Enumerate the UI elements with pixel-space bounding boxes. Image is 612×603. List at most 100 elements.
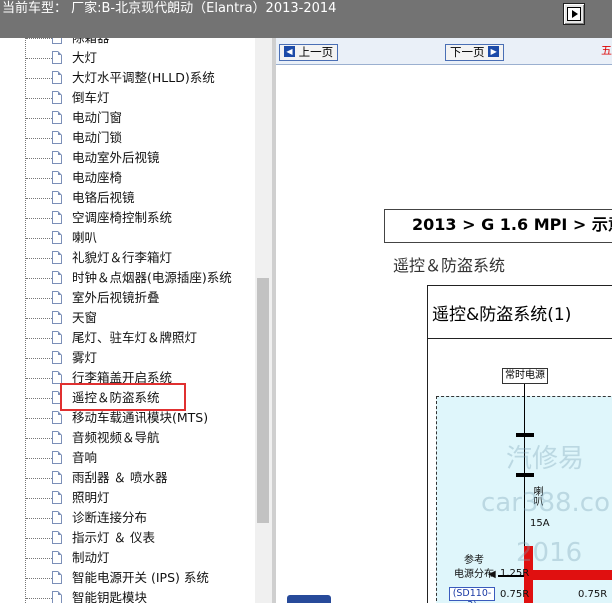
tree-branch-line xyxy=(26,478,52,479)
tree-branch-line xyxy=(26,318,52,319)
document-icon xyxy=(52,351,62,364)
document-icon xyxy=(52,111,62,124)
tree-item[interactable]: 尾灯、驻车灯＆牌照灯 xyxy=(25,328,260,348)
tree-item[interactable]: 电动门锁 xyxy=(25,128,260,148)
ref-label-1: 参考 xyxy=(464,555,484,566)
tree-branch-line xyxy=(26,438,52,439)
document-subtitle: 遥控＆防盗系统 xyxy=(393,256,506,275)
tree-branch-line xyxy=(26,418,52,419)
document-icon xyxy=(52,151,62,164)
tree-item[interactable]: 雨刮器 ＆ 喷水器 xyxy=(25,468,260,488)
tree-item[interactable]: 智能电源开关 (IPS) 系统 xyxy=(25,568,260,588)
tree-branch-line xyxy=(26,138,52,139)
tree-branch-line xyxy=(26,338,52,339)
tree-item[interactable]: 大灯 xyxy=(25,48,260,68)
tree-branch-line xyxy=(26,198,52,199)
document-icon xyxy=(52,311,62,324)
tree-item[interactable]: 时钟＆点烟器(电源插座)系统 xyxy=(25,268,260,288)
power-wire xyxy=(524,384,525,434)
tree-item-label: 电动门窗 xyxy=(72,110,123,125)
prev-page-button[interactable]: ◀ 上一页 xyxy=(279,44,339,61)
document-icon xyxy=(52,191,62,204)
tree-item[interactable]: 音频视频＆导航 xyxy=(25,428,260,448)
document-icon xyxy=(52,291,62,304)
tree-item-label: 除霜器 xyxy=(72,38,110,46)
tree-item-label: 电铬后视镜 xyxy=(72,190,135,205)
scrollbar-thumb[interactable] xyxy=(257,278,269,523)
tree-item-label: 天窗 xyxy=(72,310,98,325)
tree-item-label: 电动座椅 xyxy=(72,170,123,185)
tree-item[interactable]: 诊断连接分布 xyxy=(25,508,260,528)
tree-item[interactable]: 大灯水平调整(HLLD)系统 xyxy=(25,68,260,88)
document-icon xyxy=(52,551,62,564)
tree-item[interactable]: 倒车灯 xyxy=(25,88,260,108)
toggle-panel-button[interactable] xyxy=(563,3,585,25)
tree-item[interactable]: 电动门窗 xyxy=(25,108,260,128)
tree-branch-line xyxy=(26,578,52,579)
diagram-title-divider xyxy=(427,338,612,339)
tree-item[interactable]: 室外后视镜折叠 xyxy=(25,288,260,308)
ref-label-2: 电源分布 xyxy=(454,569,494,580)
tree-item[interactable]: 空调座椅控制系统 xyxy=(25,208,260,228)
document-icon xyxy=(52,231,62,244)
tree-branch-line xyxy=(26,558,52,559)
document-icon xyxy=(52,171,62,184)
nav-edge-text: 五 xyxy=(601,44,612,57)
tree-item-label: 制动灯 xyxy=(72,550,110,565)
document-icon xyxy=(52,131,62,144)
tree-item[interactable]: 喇叭 xyxy=(25,228,260,248)
document-icon xyxy=(52,331,62,344)
tree-item[interactable]: 电铬后视镜 xyxy=(25,188,260,208)
tree-item[interactable]: 礼貌灯＆行李箱灯 xyxy=(25,248,260,268)
tree-item-label: 指示灯 ＆ 仪表 xyxy=(72,530,155,545)
blue-tab-marker xyxy=(287,595,331,603)
ref-code-link[interactable]: (SD110-3) xyxy=(449,587,495,603)
tree-branch-line xyxy=(26,238,52,239)
tree-item[interactable]: 电动室外后视镜 xyxy=(25,148,260,168)
tree-item[interactable]: 移动车载通讯模块(MTS) xyxy=(25,408,260,428)
document-icon xyxy=(52,251,62,264)
tree-branch-line xyxy=(26,398,52,399)
document-icon xyxy=(52,71,62,84)
document-icon xyxy=(52,271,62,284)
tree-item[interactable]: 雾灯 xyxy=(25,348,260,368)
tree-item[interactable]: 制动灯 xyxy=(25,548,260,568)
document-icon xyxy=(52,511,62,524)
selected-item-highlight xyxy=(60,383,186,411)
tree-branch-line xyxy=(26,178,52,179)
tree-branch-line xyxy=(26,458,52,459)
tree-item-label: 礼貌灯＆行李箱灯 xyxy=(72,250,173,265)
document-viewer: ◀ 上一页 下一页 ▶ 五 2013 > G 1.6 MPI > 示意 遥控＆防… xyxy=(276,38,612,603)
next-page-button[interactable]: 下一页 ▶ xyxy=(445,44,505,61)
tree-branch-line xyxy=(26,78,52,79)
current-car-title: 当前车型： 厂家:B-北京现代朗动（Elantra）2013-2014 xyxy=(2,1,337,16)
tree-item-label: 诊断连接分布 xyxy=(72,510,148,525)
fuse-amp-label: 15A xyxy=(530,518,550,529)
next-page-label: 下一页 xyxy=(450,45,485,59)
tree-item-label: 雨刮器 ＆ 喷水器 xyxy=(72,470,168,485)
tree-item-label: 空调座椅控制系统 xyxy=(72,210,173,225)
tree-branch-line xyxy=(26,358,52,359)
tree-item-label: 电动门锁 xyxy=(72,130,123,145)
tree-item-label: 电动室外后视镜 xyxy=(72,150,160,165)
ref-arrow-line xyxy=(498,575,524,577)
tree-branch-line xyxy=(26,518,52,519)
tree-item[interactable]: 智能钥匙模块 xyxy=(25,588,260,603)
tree-item[interactable]: 天窗 xyxy=(25,308,260,328)
tree-item[interactable]: 除霜器 xyxy=(25,38,260,48)
tree-item[interactable]: 电动座椅 xyxy=(25,168,260,188)
tree-branch-line xyxy=(26,258,52,259)
tree-item[interactable]: 指示灯 ＆ 仪表 xyxy=(25,528,260,548)
watermark-3: 2016 xyxy=(516,538,583,568)
tree-item-label: 时钟＆点烟器(电源插座)系统 xyxy=(72,270,232,285)
watermark-1: 汽修易 xyxy=(506,444,585,474)
watermark-2: car388.com xyxy=(481,488,612,518)
tree-scrollbar[interactable] xyxy=(255,38,272,603)
wire-label-1: 1.25R xyxy=(500,568,530,579)
tree-item-label: 移动车载通讯模块(MTS) xyxy=(72,410,209,425)
tree-item[interactable]: 照明灯 xyxy=(25,488,260,508)
tree-item-label: 倒车灯 xyxy=(72,90,110,105)
tree-item[interactable]: 音响 xyxy=(25,448,260,468)
tree-item-label: 音响 xyxy=(72,450,98,465)
tree-item-label: 照明灯 xyxy=(72,490,110,505)
